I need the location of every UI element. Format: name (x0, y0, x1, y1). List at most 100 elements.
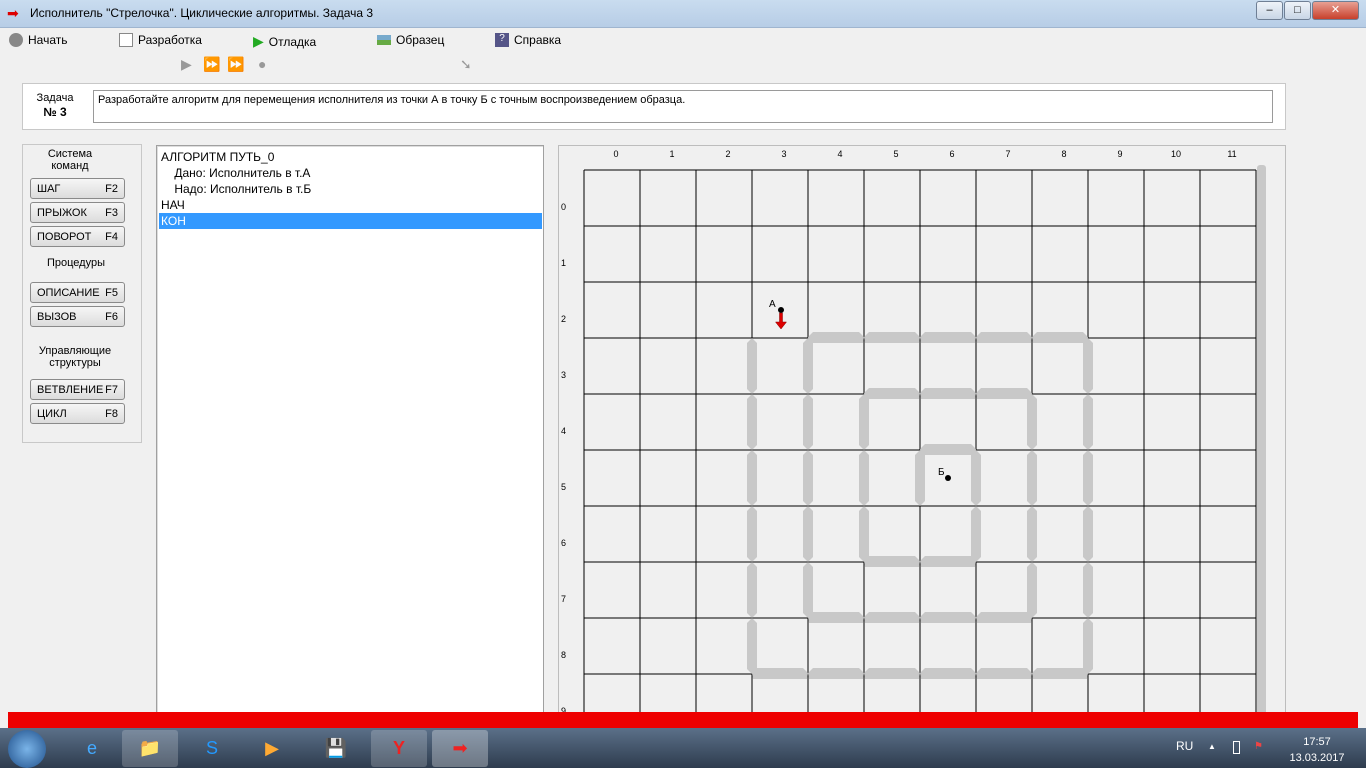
menu-sample[interactable]: Образец (377, 33, 444, 47)
menu-development[interactable]: Разработка (119, 33, 202, 47)
clock[interactable]: 17:57 13.03.2017 (1282, 734, 1352, 766)
wall-vertical (1027, 562, 1037, 618)
key: F8 (105, 407, 118, 420)
branch-button[interactable]: ВЕТВЛЕНИЕ F7 (30, 379, 125, 400)
show-hidden-icons[interactable]: ▲ (1208, 742, 1216, 751)
algorithm-editor[interactable]: АЛГОРИТМ ПУТЬ_0 Дано: Исполнитель в т.А … (156, 145, 544, 730)
wall-horizontal (864, 388, 920, 399)
step-button[interactable]: ШАГ F2 (30, 178, 125, 199)
wall-horizontal (920, 556, 976, 567)
wall-horizontal (976, 332, 1032, 343)
point-b-marker (945, 475, 951, 481)
wall-horizontal (752, 668, 808, 679)
minimize-button[interactable]: ‒ (1256, 1, 1283, 20)
row-label: 6 (561, 538, 566, 548)
fast-run-icon[interactable]: ⏩ (227, 56, 244, 73)
task-caption: Задача (36, 92, 74, 104)
start-icon (9, 33, 23, 47)
row-label: 2 (561, 314, 566, 324)
action-center-flag-icon[interactable]: ⚑ (1254, 741, 1268, 755)
describe-button[interactable]: ОПИСАНИЕ F5 (30, 282, 125, 303)
language-indicator[interactable]: RU (1176, 739, 1193, 753)
wall-horizontal (808, 332, 864, 343)
wall-vertical (747, 506, 757, 562)
wall-horizontal (920, 444, 976, 455)
grid-svg: 0 1 2 3 4 5 6 7 8 9 10 110123456789АБ (561, 149, 1266, 768)
right-border-wall (1257, 165, 1266, 768)
wall-vertical (971, 506, 981, 562)
wall-vertical (859, 506, 869, 562)
wall-vertical (1083, 618, 1093, 674)
date: 13.03.2017 (1289, 752, 1345, 764)
menu-help[interactable]: ? Справка (495, 33, 561, 47)
wall-horizontal (864, 612, 920, 623)
strelochka-icon[interactable]: ➡ (432, 730, 488, 767)
close-button[interactable]: ✕ (1312, 1, 1359, 20)
wall-vertical (859, 450, 869, 506)
task-label: Задача № 3 (30, 91, 80, 119)
media-icon[interactable]: ▶ (244, 730, 300, 767)
menu-start[interactable]: Начать (9, 33, 68, 47)
label: ОПИСАНИЕ (37, 286, 100, 299)
ie-icon[interactable]: e (64, 730, 120, 767)
wall-horizontal (864, 332, 920, 343)
maximize-button[interactable]: □ (1284, 1, 1311, 20)
wall-horizontal (1032, 332, 1088, 343)
battery-icon[interactable] (1233, 741, 1240, 754)
point-b-label: Б (938, 467, 945, 478)
control-title: Управляющие структуры (38, 345, 112, 369)
wall-vertical (803, 338, 813, 394)
label: ВЕТВЛЕНИЕ (37, 383, 104, 396)
wall-horizontal (920, 388, 976, 399)
pointer-icon[interactable]: ➘ (460, 56, 472, 73)
code-line[interactable]: Дано: Исполнитель в т.А (159, 165, 542, 181)
procedures-title: Процедуры (46, 257, 105, 269)
label: ВЫЗОВ (37, 310, 77, 323)
task-description: Разработайте алгоритм для перемещения ис… (93, 90, 1273, 123)
yandex-icon[interactable]: Y (371, 730, 427, 767)
menu-label: Образец (396, 33, 445, 47)
run-icon[interactable]: ▶ (181, 56, 192, 73)
point-a-label: А (769, 299, 776, 310)
wall-vertical (803, 450, 813, 506)
wall-vertical (803, 394, 813, 450)
wall-vertical (1083, 506, 1093, 562)
code-line[interactable]: Надо: Исполнитель в т.Б (159, 181, 542, 197)
jump-button[interactable]: ПРЫЖОК F3 (30, 202, 125, 223)
loop-button[interactable]: ЦИКЛ F8 (30, 403, 125, 424)
code-line[interactable]: НАЧ (159, 197, 542, 213)
step-icon[interactable]: ⏩ (203, 56, 220, 73)
key: F7 (105, 383, 118, 396)
menu-debug[interactable]: ▶ Отладка (253, 33, 316, 50)
wall-vertical (971, 450, 981, 506)
column-label: 1 (669, 149, 674, 159)
code-line[interactable]: КОН (159, 213, 542, 229)
explorer-icon[interactable]: 📁 (122, 730, 178, 767)
stop-icon[interactable]: ● (258, 56, 266, 72)
column-label: 6 (949, 149, 954, 159)
label: ЦИКЛ (37, 407, 67, 420)
task-number: № 3 (43, 105, 67, 119)
column-label: 11 (1227, 149, 1236, 159)
menu-label: Справка (514, 33, 562, 47)
wall-horizontal (920, 612, 976, 623)
code-line[interactable]: АЛГОРИТМ ПУТЬ_0 (159, 149, 542, 165)
call-button[interactable]: ВЫЗОВ F6 (30, 306, 125, 327)
label: ШАГ (37, 182, 61, 195)
wall-vertical (915, 450, 925, 506)
point-a-marker (778, 307, 784, 313)
wall-vertical (747, 562, 757, 618)
row-label: 4 (561, 426, 566, 436)
save-icon[interactable]: 💾 (308, 730, 364, 767)
column-label: 3 (781, 149, 786, 159)
grid-field: 0 1 2 3 4 5 6 7 8 9 10 11 0 1 2 3 4 5 6 7 8 9 А Б (558, 145, 1286, 768)
skype-icon[interactable]: S (184, 730, 240, 767)
start-button[interactable] (8, 730, 46, 768)
wall-vertical (747, 394, 757, 450)
column-label: 7 (1005, 149, 1010, 159)
turn-button[interactable]: ПОВОРОТ F4 (30, 226, 125, 247)
wall-horizontal (976, 612, 1032, 623)
wall-vertical (1083, 394, 1093, 450)
red-status-bar (8, 712, 1358, 728)
app-arrow-icon: ➡ (7, 5, 19, 21)
